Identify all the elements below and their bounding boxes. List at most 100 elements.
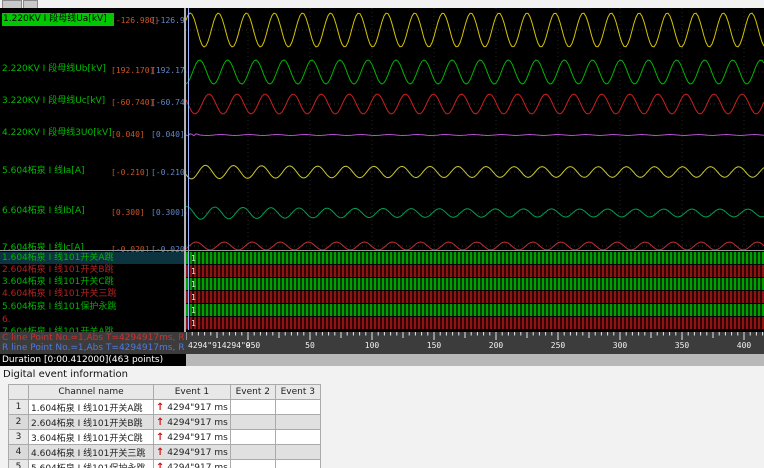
event-table-row[interactable]: 2 2.604柘泉 I 线101开关B跳 ↑ 4294"917 ms bbox=[8, 414, 321, 430]
analog-channel-label[interactable]: 6.604柘泉 I 线Ib[A] bbox=[2, 205, 112, 218]
event-1-cell: ↑ 4294"917 ms bbox=[153, 429, 231, 445]
analog-channel-row[interactable]: 5.604柘泉 I 线Ia[A][-0.210][-0.210] bbox=[0, 165, 184, 178]
digital-channel-label[interactable]: 2.604柘泉 I 线101开关B跳 bbox=[0, 264, 184, 276]
axis-tick-label: 400 bbox=[736, 341, 752, 350]
event-3-cell bbox=[274, 459, 321, 468]
c-cursor-info: C line Point No.=1,Abs T=4294917ms, Rel … bbox=[2, 333, 184, 343]
c-cursor-value: [-60.740] bbox=[111, 98, 155, 107]
r-cursor-info: R line Point No.=1,Abs T=4294917ms, Rel … bbox=[2, 343, 184, 353]
rising-edge-icon: ↑ bbox=[156, 461, 165, 468]
panel-divider[interactable] bbox=[184, 8, 186, 332]
c-cursor-value: [192.170] bbox=[111, 66, 155, 75]
event-table-row[interactable]: 3 3.604柘泉 I 线101开关C跳 ↑ 4294"917 ms bbox=[8, 429, 321, 445]
event-2-cell bbox=[229, 444, 276, 460]
digital-trace bbox=[186, 317, 764, 329]
event-2-cell bbox=[229, 399, 276, 415]
duration-info: Duration [0:00.412000](463 points) bbox=[2, 355, 164, 365]
event-1-time: 4294"917 ms bbox=[167, 447, 228, 458]
row-number: 3 bbox=[8, 429, 29, 445]
row-number: 5 bbox=[8, 459, 29, 468]
digital-state-value: 1 bbox=[191, 254, 196, 263]
event-2-cell bbox=[229, 429, 276, 445]
digital-channel-label[interactable]: 4.604柘泉 I 线101开关三跳 bbox=[0, 288, 184, 300]
event-table-row[interactable]: 55.604柘泉 I 线101保护永跳↑ 4294"917 ms bbox=[8, 459, 321, 468]
row-number: 2 bbox=[8, 414, 29, 430]
event-table: Channel name Event 1 Event 2 Event 3 1 1.604柘… bbox=[8, 384, 321, 468]
event-3-cell bbox=[274, 429, 321, 445]
horizontal-scrollbar[interactable] bbox=[186, 354, 764, 366]
event-1-time: 4294"917 ms bbox=[167, 417, 228, 428]
rising-edge-icon: ↑ bbox=[156, 416, 165, 428]
digital-trace bbox=[186, 278, 764, 290]
analog-digital-separator bbox=[0, 250, 764, 251]
analog-channel-label[interactable]: 2.220KV I 段母线Ub[kV] bbox=[2, 63, 112, 76]
event-table-header: Channel name bbox=[28, 384, 154, 400]
channel-label-panel: 1.220KV I 段母线Ua[kV][-126.980][-126.980]2… bbox=[0, 8, 184, 366]
analog-channel-row[interactable]: 2.220KV I 段母线Ub[kV][192.170][192.170] bbox=[0, 63, 184, 76]
event-1-cell: ↑ 4294"917 ms bbox=[153, 414, 231, 430]
event-table-header: Event 1 bbox=[153, 384, 231, 400]
digital-trace bbox=[186, 291, 764, 303]
digital-state-value: 1 bbox=[191, 293, 196, 302]
row-number: 4 bbox=[8, 444, 29, 460]
event-1-time: 4294"917 ms bbox=[167, 402, 228, 413]
row-number-header bbox=[8, 384, 29, 400]
event-3-cell bbox=[274, 414, 321, 430]
event-1-cell: ↑ 4294"917 ms bbox=[153, 399, 231, 415]
event-table-row[interactable]: 4 4.604柘泉 I 线101开关三跳 ↑ 4294"917 ms bbox=[8, 444, 321, 460]
event-section-title: Digital event information bbox=[3, 369, 128, 380]
digital-state-value: 1 bbox=[191, 319, 196, 328]
analog-channel-row[interactable]: 4.220KV I 段母线3U0[kV] [0.040] [0.040] bbox=[0, 127, 184, 140]
analog-waveform bbox=[186, 206, 764, 220]
event-2-cell bbox=[229, 414, 276, 430]
event-table-row[interactable]: 1 1.604柘泉 I 线101开关A跳 ↑ 4294"917 ms bbox=[8, 399, 321, 415]
digital-channel-label[interactable]: 1.604柘泉 I 线101开关A跳 bbox=[0, 252, 184, 264]
analog-channel-label[interactable]: 5.604柘泉 I 线Ia[A] bbox=[2, 165, 112, 178]
r-cursor-value: [-60.740] bbox=[151, 98, 184, 107]
axis-tick-label: 350 bbox=[674, 341, 690, 350]
event-1-cell: ↑ 4294"917 ms bbox=[153, 459, 231, 468]
digital-channel-label[interactable]: 3.604柘泉 I 线101开关C跳 bbox=[0, 276, 184, 288]
analog-channel-label[interactable]: 3.220KV I 段母线Uc[kV] bbox=[2, 95, 112, 108]
event-3-cell bbox=[274, 399, 321, 415]
r-cursor-value: [0.300] bbox=[151, 208, 184, 217]
axis-tick-label: 200 bbox=[488, 341, 504, 350]
event-channel-name: 4.604柘泉 I 线101开关三跳 bbox=[28, 444, 154, 460]
r-cursor-value: [192.170] bbox=[151, 66, 184, 75]
rising-edge-icon: ↑ bbox=[156, 401, 165, 413]
waveform-plot[interactable]: 1 1 1 1 1 1 bbox=[186, 8, 764, 330]
event-channel-name: 2.604柘泉 I 线101开关B跳 bbox=[28, 414, 154, 430]
event-channel-name: 5.604柘泉 I 线101保护永跳 bbox=[28, 459, 154, 468]
event-channel-name: 3.604柘泉 I 线101开关C跳 bbox=[28, 429, 154, 445]
axis-tick-label: 250 bbox=[550, 341, 566, 350]
digital-trace bbox=[186, 252, 764, 264]
row-number: 1 bbox=[8, 399, 29, 415]
digital-channel-label[interactable]: 6. bbox=[0, 314, 184, 326]
rising-edge-icon: ↑ bbox=[156, 431, 165, 443]
c-cursor-value: [0.300] bbox=[111, 208, 145, 217]
digital-channel-label[interactable]: 5.604柘泉 I 线101保护永跳 bbox=[0, 301, 184, 313]
r-cursor-value: [-126.980] bbox=[151, 16, 184, 25]
c-cursor-value: [0.040] bbox=[111, 130, 145, 139]
fault-record-viewer: 1.220KV I 段母线Ua[kV][-126.980][-126.980]2… bbox=[0, 0, 764, 468]
analog-channel-row[interactable]: 6.604柘泉 I 线Ib[A] [0.300] [0.300] bbox=[0, 205, 184, 218]
c-cursor-value: [-0.210] bbox=[111, 168, 150, 177]
r-cursor-value: [0.040] bbox=[151, 130, 184, 139]
digital-state-value: 1 bbox=[191, 267, 196, 276]
event-1-cell: ↑ 4294"917 ms bbox=[153, 444, 231, 460]
digital-trace bbox=[186, 265, 764, 277]
r-cursor-value: [-0.210] bbox=[151, 168, 184, 177]
analog-channel-row[interactable]: 3.220KV I 段母线Uc[kV][-60.740][-60.740] bbox=[0, 95, 184, 108]
digital-state-value: 1 bbox=[191, 280, 196, 289]
event-2-cell bbox=[229, 459, 276, 468]
axis-tick-label: 300 bbox=[612, 341, 628, 350]
analog-channel-label[interactable]: 1.220KV I 段母线Ua[kV] bbox=[2, 13, 114, 26]
digital-trace bbox=[186, 304, 764, 316]
event-channel-name: 1.604柘泉 I 线101开关A跳 bbox=[28, 399, 154, 415]
axis-tick-label: 0 bbox=[245, 341, 251, 350]
analog-channel-label[interactable]: 4.220KV I 段母线3U0[kV] bbox=[2, 127, 112, 140]
event-table-body: Channel name Event 1 Event 2 Event 3 1 1.604柘… bbox=[8, 384, 321, 468]
analog-channel-row[interactable]: 1.220KV I 段母线Ua[kV][-126.980][-126.980] bbox=[0, 13, 184, 26]
event-1-time: 4294"917 ms bbox=[167, 462, 228, 468]
axis-tick-label: 100 bbox=[364, 341, 380, 350]
